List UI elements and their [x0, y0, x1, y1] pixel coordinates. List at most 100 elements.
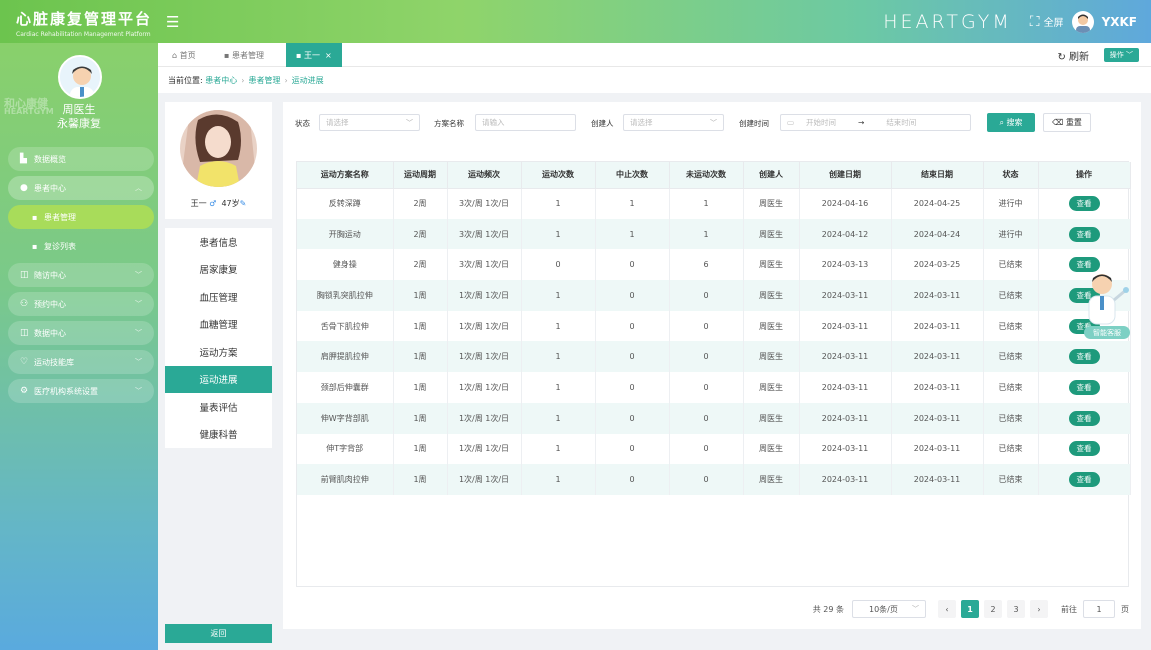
- patient-nav-scale-assessment[interactable]: 量表评估: [165, 393, 272, 421]
- table-row: 健身操 2周 3次/周 1次/日 0 0 6 周医生 2024-03-13 2024-03-25…: [297, 249, 1131, 281]
- patient-nav-exercise-plan[interactable]: 运动方案: [165, 338, 272, 366]
- table-cell: 1: [669, 218, 744, 250]
- table-cell: 1周: [393, 464, 448, 495]
- operate-button[interactable]: 操作 ﹀: [1103, 48, 1139, 62]
- table-cell: 2024-03-13: [799, 249, 892, 281]
- fullscreen-icon[interactable]: ⛶: [1030, 14, 1040, 30]
- table-cell: 0: [595, 280, 670, 311]
- start-date-placeholder: 开始时间: [806, 118, 837, 127]
- patient-nav-home-rehab[interactable]: 居家康复: [165, 256, 272, 284]
- table-cell: 2周: [393, 218, 448, 250]
- view-button[interactable]: 查看: [1068, 226, 1100, 242]
- sidebar-item-data-center[interactable]: ◫ 数据中心 ﹀: [8, 321, 154, 345]
- table-cell: 1: [521, 188, 596, 219]
- patient-nav-exercise-progress[interactable]: 运动进展: [165, 365, 272, 393]
- sidebar-item-label: 复诊列表: [44, 241, 76, 251]
- edit-icon[interactable]: ✎: [240, 199, 247, 208]
- table-cell: 进行中: [983, 218, 1039, 250]
- table-cell: 0: [669, 280, 744, 311]
- breadcrumb-item[interactable]: 患者管理: [248, 75, 280, 86]
- view-button[interactable]: 查看: [1068, 441, 1100, 457]
- table-cell-action: 查看: [1038, 341, 1131, 373]
- table-row: 肩胛提肌拉伸 1周 1次/周 1次/日 1 0 0 周医生 2024-03-11 2024-03…: [297, 341, 1131, 373]
- table-cell: 2024-03-11: [891, 464, 984, 495]
- total-count: 共 29 条: [812, 604, 844, 614]
- table-cell: 0: [595, 372, 670, 403]
- page-3-button[interactable]: 3: [1007, 600, 1025, 618]
- smart-assistant[interactable]: 智能客服: [1084, 270, 1134, 342]
- refresh-button[interactable]: ↻ 刷新: [1057, 48, 1089, 63]
- table-cell-action: 查看: [1038, 188, 1131, 219]
- fullscreen-button[interactable]: 全屏: [1044, 14, 1064, 29]
- table-cell: 2024-03-11: [891, 310, 984, 342]
- patient-nav-blood-sugar[interactable]: 血糖管理: [165, 311, 272, 339]
- prev-page-button[interactable]: ‹: [938, 600, 956, 618]
- top-bar: 心脏康复管理平台 Cardiac Rehabilitation Manageme…: [0, 0, 1151, 43]
- date-range-picker[interactable]: ▭ 开始时间 → 结束时间: [780, 114, 971, 131]
- breadcrumb-item: 运动进展: [291, 75, 324, 85]
- table-cell: 1: [521, 218, 596, 250]
- table-cell: 周医生: [743, 372, 800, 403]
- table-cell: 健身操: [297, 249, 394, 281]
- patient-nav: 患者信息 居家康复 血压管理 血糖管理 运动方案 运动进展 量表评估 健康科普: [165, 228, 272, 448]
- created-time-label: 创建时间: [739, 119, 769, 128]
- patient-info: 王一 ♂ 47岁✎: [165, 198, 272, 209]
- breadcrumb: 当前位置: 患者中心 › 患者管理 › 运动进展: [158, 67, 1151, 93]
- status-select[interactable]: 请选择 ﹀: [319, 114, 420, 131]
- view-button[interactable]: 查看: [1068, 472, 1100, 488]
- page-1-button[interactable]: 1: [961, 600, 979, 618]
- sidebar-item-patient-center[interactable]: ● 患者中心 ︿: [8, 176, 154, 200]
- sidebar-item-exercise-library[interactable]: ♡ 运动技能库 ﹀: [8, 350, 154, 374]
- filter-bar: 状态 请选择 ﹀ 方案名称 请输入 创建人 请选择 ﹀ 创建时间 ▭ 开始时间 …: [283, 102, 1141, 142]
- table-header-row: 运动方案名称 运动周期 运动频次 运动次数 中止次数 未运动次数 创建人 创建日期 结束日期 状态…: [297, 162, 1131, 189]
- sidebar-menu: ▙ 数据概览 ● 患者中心 ︿ ▪ 患者管理 ▪ 复诊列表 ◫ 随访中心 ﹀ ⚇…: [8, 147, 154, 408]
- tab-patient-management[interactable]: ▪ 患者管理: [214, 43, 274, 67]
- table-cell: 已结束: [983, 433, 1039, 465]
- view-button[interactable]: 查看: [1068, 196, 1100, 212]
- table-cell: 0: [669, 433, 744, 465]
- table-cell: 2024-04-16: [799, 188, 892, 219]
- plan-name-input[interactable]: 请输入: [475, 114, 576, 131]
- assistant-label[interactable]: 智能客服: [1084, 326, 1130, 339]
- doctor-name: 周医生: [62, 103, 96, 116]
- table-cell: 周医生: [743, 280, 800, 311]
- tab-current-patient[interactable]: ▪ 王一 ×: [286, 43, 342, 67]
- page-2-button[interactable]: 2: [984, 600, 1002, 618]
- back-button[interactable]: 返回: [165, 624, 272, 643]
- sidebar-item-appointment-center[interactable]: ⚇ 预约中心 ﹀: [8, 292, 154, 316]
- sidebar-item-patient-management[interactable]: ▪ 患者管理: [8, 205, 154, 229]
- table-cell: 已结束: [983, 372, 1039, 403]
- view-button[interactable]: 查看: [1068, 410, 1100, 426]
- table-cell: 0: [595, 341, 670, 373]
- table-cell: 1周: [393, 310, 448, 342]
- search-button[interactable]: ⌕ 搜索: [987, 113, 1035, 132]
- user-avatar[interactable]: [1071, 10, 1094, 33]
- table-cell: 1: [521, 280, 596, 311]
- patient-nav-info[interactable]: 患者信息: [165, 228, 272, 256]
- sidebar-item-revisit-list[interactable]: ▪ 复诊列表: [8, 234, 154, 258]
- patient-nav-blood-pressure[interactable]: 血压管理: [165, 283, 272, 311]
- patient-nav-health-education[interactable]: 健康科普: [165, 421, 272, 449]
- sidebar-item-label: 数据中心: [34, 328, 66, 338]
- view-button[interactable]: 查看: [1068, 349, 1100, 365]
- sidebar-item-overview[interactable]: ▙ 数据概览: [8, 147, 154, 171]
- next-page-button[interactable]: ›: [1030, 600, 1048, 618]
- page-size-select[interactable]: 10条/页 ﹀: [852, 600, 926, 618]
- tab-home[interactable]: ⌂ 首页: [162, 43, 206, 67]
- view-button[interactable]: 查看: [1068, 379, 1100, 395]
- sidebar-item-label: 随访中心: [34, 270, 66, 280]
- creator-select[interactable]: 请选择 ﹀: [623, 114, 724, 131]
- table-cell: 2024-03-11: [891, 280, 984, 311]
- sidebar-item-followup-center[interactable]: ◫ 随访中心 ﹀: [8, 263, 154, 287]
- username[interactable]: YXKF: [1102, 15, 1137, 29]
- close-icon[interactable]: ×: [320, 51, 332, 60]
- breadcrumb-item[interactable]: 患者中心: [205, 75, 237, 86]
- table-cell: 已结束: [983, 280, 1039, 311]
- reset-button[interactable]: ⌫ 重置: [1043, 113, 1091, 132]
- goto-page-input[interactable]: 1: [1083, 600, 1115, 618]
- menu-toggle-icon[interactable]: ☰: [166, 13, 179, 31]
- table-cell: 已结束: [983, 341, 1039, 373]
- sidebar-item-system-settings[interactable]: ⚙ 医疗机构系统设置 ﹀: [8, 379, 154, 403]
- creator-placeholder: 请选择: [630, 118, 653, 127]
- patient-card: 王一 ♂ 47岁✎: [165, 102, 272, 219]
